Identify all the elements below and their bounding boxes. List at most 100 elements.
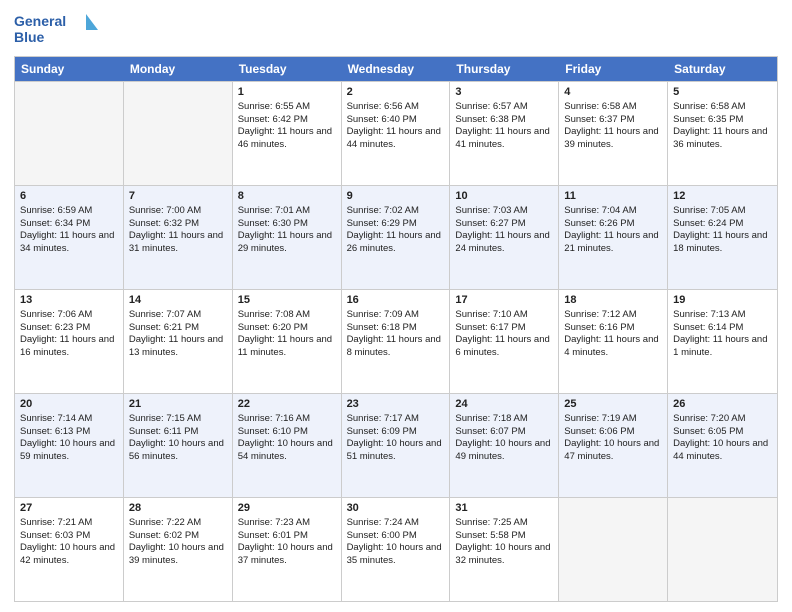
empty-cell [559,498,668,601]
day-number: 2 [347,85,445,100]
day-cell-24: 24Sunrise: 7:18 AM Sunset: 6:07 PMDayligh… [450,394,559,497]
day-number: 15 [238,293,336,308]
sunset-text: Sunset: 6:40 PM [347,114,417,125]
sunset-text: Sunset: 6:17 PM [455,322,525,333]
day-number: 23 [347,397,445,412]
daylight-text: Daylight: 10 hours and 37 minutes. [238,542,333,566]
sunrise-text: Sunrise: 7:22 AM [129,517,201,528]
sunrise-text: Sunrise: 7:18 AM [455,413,527,424]
calendar-week-3: 13Sunrise: 7:06 AMSunset: 6:23 PMDayligh… [15,289,777,393]
sunset-text: Sunset: 6:10 PM [238,426,308,437]
daylight-text: Daylight: 11 hours and 1 minute. [673,334,767,358]
day-cell-27: 27Sunrise: 7:21 AMSunset: 6:03 PMDayligh… [15,498,124,601]
sunset-text: Sunset: 6:37 PM [564,114,634,125]
sunrise-text: Sunrise: 6:57 AM [455,101,527,112]
header-day-sunday: Sunday [15,57,124,81]
daylight-text: Daylight: 11 hours and 24 minutes. [455,230,549,254]
day-cell-8: 8Sunrise: 7:01 AMSunset: 6:30 PMDaylight… [233,186,342,289]
daylight-text: Daylight: 10 hours and 47 minutes. [564,438,659,462]
sunset-text: Sunset: 6:26 PM [564,218,634,229]
sunrise-text: Sunrise: 7:13 AM [673,309,745,320]
day-number: 1 [238,85,336,100]
day-cell-7: 7Sunrise: 7:00 AMSunset: 6:32 PMDaylight… [124,186,233,289]
day-number: 9 [347,189,445,204]
daylight-text: Daylight: 11 hours and 13 minutes. [129,334,223,358]
day-cell-6: 6Sunrise: 6:59 AMSunset: 6:34 PMDaylight… [15,186,124,289]
sunrise-text: Sunrise: 7:17 AM [347,413,419,424]
day-cell-28: 28Sunrise: 7:22 AMSunset: 6:02 PMDayligh… [124,498,233,601]
sunset-text: Sunset: 6:29 PM [347,218,417,229]
empty-cell [124,82,233,185]
sunrise-text: Sunrise: 7:04 AM [564,205,636,216]
daylight-text: Daylight: 11 hours and 41 minutes. [455,126,549,150]
day-cell-31: 31Sunrise: 7:25 AMSunset: 5:58 PMDayligh… [450,498,559,601]
day-number: 30 [347,501,445,516]
day-number: 29 [238,501,336,516]
header-day-friday: Friday [559,57,668,81]
sunset-text: Sunset: 6:21 PM [129,322,199,333]
daylight-text: Daylight: 11 hours and 4 minutes. [564,334,658,358]
daylight-text: Daylight: 10 hours and 35 minutes. [347,542,442,566]
day-number: 31 [455,501,553,516]
header: General Blue [14,10,778,50]
daylight-text: Daylight: 10 hours and 32 minutes. [455,542,550,566]
sunrise-text: Sunrise: 7:07 AM [129,309,201,320]
daylight-text: Daylight: 10 hours and 49 minutes. [455,438,550,462]
logo: General Blue [14,10,104,50]
sunset-text: Sunset: 6:35 PM [673,114,743,125]
day-cell-20: 20Sunrise: 7:14 AMSunset: 6:13 PMDayligh… [15,394,124,497]
sunset-text: Sunset: 6:14 PM [673,322,743,333]
sunset-text: Sunset: 6:05 PM [673,426,743,437]
daylight-text: Daylight: 10 hours and 54 minutes. [238,438,333,462]
sunrise-text: Sunrise: 6:58 AM [564,101,636,112]
day-cell-15: 15Sunrise: 7:08 AMSunset: 6:20 PMDayligh… [233,290,342,393]
sunrise-text: Sunrise: 7:12 AM [564,309,636,320]
header-day-wednesday: Wednesday [342,57,451,81]
daylight-text: Daylight: 11 hours and 39 minutes. [564,126,658,150]
empty-cell [15,82,124,185]
sunset-text: Sunset: 6:18 PM [347,322,417,333]
sunset-text: Sunset: 6:27 PM [455,218,525,229]
day-number: 28 [129,501,227,516]
logo-svg: General Blue [14,10,104,50]
sunrise-text: Sunrise: 7:10 AM [455,309,527,320]
sunset-text: Sunset: 6:11 PM [129,426,199,437]
daylight-text: Daylight: 11 hours and 34 minutes. [20,230,114,254]
day-cell-10: 10Sunrise: 7:03 AMSunset: 6:27 PMDayligh… [450,186,559,289]
day-cell-18: 18Sunrise: 7:12 AMSunset: 6:16 PMDayligh… [559,290,668,393]
sunrise-text: Sunrise: 7:20 AM [673,413,745,424]
day-number: 7 [129,189,227,204]
daylight-text: Daylight: 10 hours and 42 minutes. [20,542,115,566]
day-number: 27 [20,501,118,516]
sunrise-text: Sunrise: 7:23 AM [238,517,310,528]
day-number: 22 [238,397,336,412]
day-cell-16: 16Sunrise: 7:09 AMSunset: 6:18 PMDayligh… [342,290,451,393]
page: General Blue SundayMondayTuesdayWednesda… [0,0,792,612]
sunrise-text: Sunrise: 7:25 AM [455,517,527,528]
day-cell-11: 11Sunrise: 7:04 AMSunset: 6:26 PMDayligh… [559,186,668,289]
day-cell-14: 14Sunrise: 7:07 AMSunset: 6:21 PMDayligh… [124,290,233,393]
sunrise-text: Sunrise: 7:08 AM [238,309,310,320]
sunset-text: Sunset: 6:01 PM [238,530,308,541]
day-number: 3 [455,85,553,100]
svg-text:Blue: Blue [14,29,45,45]
day-number: 11 [564,189,662,204]
calendar-header: SundayMondayTuesdayWednesdayThursdayFrid… [15,57,777,81]
sunset-text: Sunset: 6:20 PM [238,322,308,333]
sunset-text: Sunset: 6:03 PM [20,530,90,541]
day-number: 24 [455,397,553,412]
sunset-text: Sunset: 6:30 PM [238,218,308,229]
day-cell-22: 22Sunrise: 7:16 AMSunset: 6:10 PMDayligh… [233,394,342,497]
daylight-text: Daylight: 11 hours and 29 minutes. [238,230,332,254]
day-number: 16 [347,293,445,308]
day-cell-23: 23Sunrise: 7:17 AMSunset: 6:09 PMDayligh… [342,394,451,497]
sunset-text: Sunset: 6:16 PM [564,322,634,333]
day-number: 13 [20,293,118,308]
sunrise-text: Sunrise: 7:14 AM [20,413,92,424]
sunset-text: Sunset: 6:38 PM [455,114,525,125]
sunrise-text: Sunrise: 6:58 AM [673,101,745,112]
sunset-text: Sunset: 6:07 PM [455,426,525,437]
day-cell-19: 19Sunrise: 7:13 AMSunset: 6:14 PMDayligh… [668,290,777,393]
daylight-text: Daylight: 11 hours and 18 minutes. [673,230,767,254]
day-cell-4: 4Sunrise: 6:58 AMSunset: 6:37 PMDaylight… [559,82,668,185]
